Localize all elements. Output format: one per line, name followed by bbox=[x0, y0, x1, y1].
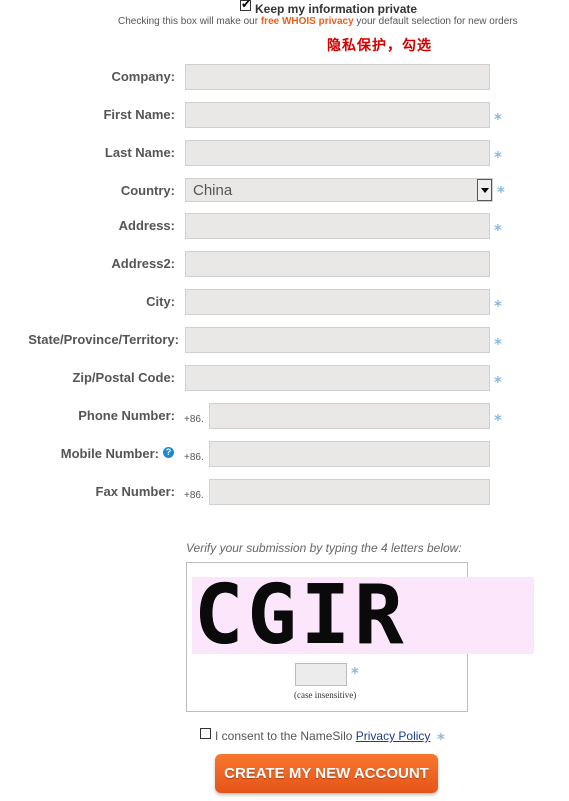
consent-row: I consent to the NameSilo Privacy Policy bbox=[215, 729, 430, 743]
privacy-section: Keep my information private Checking thi… bbox=[0, 0, 569, 56]
privacy-checkbox[interactable] bbox=[240, 0, 251, 11]
privacy-note-before: Checking this box will make our bbox=[118, 16, 261, 27]
privacy-policy-link[interactable]: Privacy Policy bbox=[356, 729, 431, 743]
first-name-required-icon: * bbox=[494, 110, 502, 128]
mobile-input[interactable] bbox=[209, 441, 490, 467]
mobile-label: Mobile Number: bbox=[60, 446, 159, 461]
first-name-input[interactable] bbox=[185, 102, 490, 128]
captcha-required-icon: * bbox=[351, 664, 359, 682]
phone-input[interactable] bbox=[209, 403, 490, 429]
captcha-text: CGIR bbox=[194, 577, 408, 654]
company-input[interactable] bbox=[185, 64, 490, 90]
consent-required-icon: * bbox=[437, 730, 445, 748]
address-label: Address: bbox=[118, 218, 175, 233]
create-account-button[interactable]: CREATE MY NEW ACCOUNT bbox=[215, 754, 438, 793]
consent-checkbox[interactable] bbox=[200, 728, 211, 739]
phone-prefix: +86. bbox=[184, 414, 204, 425]
whois-privacy-link[interactable]: free WHOIS privacy bbox=[261, 16, 354, 27]
city-required-icon: * bbox=[494, 297, 502, 315]
chevron-down-icon[interactable] bbox=[477, 179, 492, 201]
mobile-prefix: +86. bbox=[184, 452, 204, 463]
zip-label: Zip/Postal Code: bbox=[72, 370, 175, 385]
privacy-note: Checking this box will make our free WHO… bbox=[118, 16, 518, 27]
phone-required-icon: * bbox=[494, 411, 502, 429]
privacy-title: Keep my information private bbox=[255, 2, 418, 16]
last-name-required-icon: * bbox=[494, 148, 502, 166]
fax-input[interactable] bbox=[209, 479, 490, 505]
fax-label: Fax Number: bbox=[95, 484, 175, 499]
state-input[interactable] bbox=[185, 327, 490, 353]
country-value: China bbox=[193, 182, 233, 199]
zip-required-icon: * bbox=[494, 373, 502, 391]
country-required-icon: * bbox=[497, 183, 505, 201]
state-required-icon: * bbox=[494, 335, 502, 353]
case-note: (case insensitive) bbox=[294, 690, 357, 700]
help-icon[interactable]: ? bbox=[163, 447, 174, 458]
privacy-annotation: 隐私保护，勾选 bbox=[327, 38, 432, 54]
captcha-input[interactable] bbox=[295, 663, 347, 686]
city-label: City: bbox=[146, 294, 175, 309]
phone-label: Phone Number: bbox=[78, 408, 175, 423]
fax-prefix: +86. bbox=[184, 490, 204, 501]
zip-input[interactable] bbox=[185, 365, 490, 391]
address-required-icon: * bbox=[494, 221, 502, 239]
address-input[interactable] bbox=[185, 213, 490, 239]
company-label: Company: bbox=[111, 69, 175, 84]
country-label: Country: bbox=[120, 183, 175, 198]
consent-text: I consent to the NameSilo bbox=[215, 729, 356, 743]
privacy-note-after: your default selection for new orders bbox=[353, 16, 518, 27]
verify-instruction: Verify your submission by typing the 4 l… bbox=[186, 541, 462, 555]
last-name-label: Last Name: bbox=[104, 145, 175, 160]
captcha-image: CGIR bbox=[192, 577, 534, 654]
address2-label: Address2: bbox=[111, 256, 175, 271]
state-label: State/Province/Territory: bbox=[28, 332, 179, 347]
city-input[interactable] bbox=[185, 289, 490, 315]
last-name-input[interactable] bbox=[185, 140, 490, 166]
first-name-label: First Name: bbox=[103, 107, 175, 122]
country-select[interactable]: China bbox=[185, 178, 493, 202]
address2-input[interactable] bbox=[185, 251, 490, 277]
